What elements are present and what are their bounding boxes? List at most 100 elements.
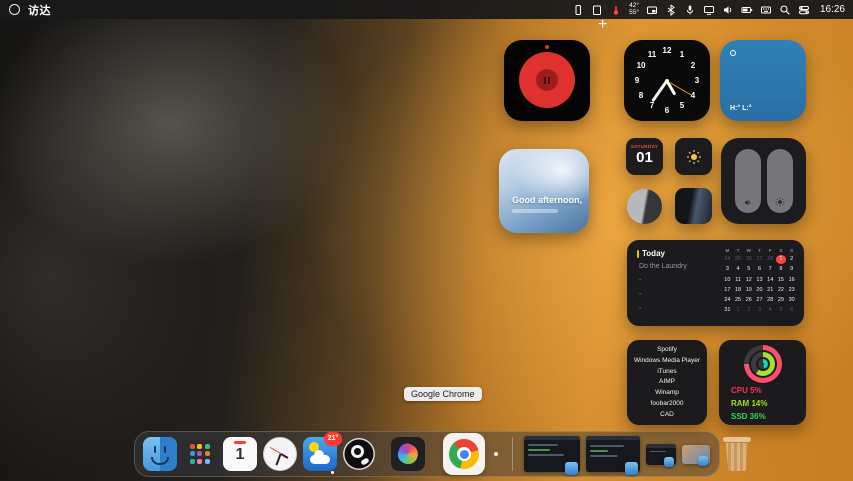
temperature-readout[interactable]: 42° 55° bbox=[629, 3, 639, 16]
music-app-name: Spotify bbox=[627, 345, 707, 356]
calendar-day: 19 bbox=[743, 286, 754, 295]
play-pause-button bbox=[536, 69, 558, 91]
calendar-day: 30 bbox=[786, 296, 797, 305]
dock-item-trash[interactable] bbox=[722, 436, 752, 472]
calendar-day: 10 bbox=[722, 276, 733, 285]
dock-item-copilot[interactable] bbox=[391, 437, 425, 471]
calendar-day: 27 bbox=[754, 255, 765, 264]
dock-item-weather[interactable]: 21° bbox=[303, 437, 337, 471]
picture-in-picture-icon[interactable] bbox=[646, 4, 658, 16]
reminders-calendar-widget[interactable]: Today Do the Laundry --- MTWTFSS24252627… bbox=[627, 240, 804, 326]
clock-numeral: 6 bbox=[662, 106, 672, 115]
reminders-accent-bar bbox=[637, 250, 639, 258]
calendar-day: 4 bbox=[733, 265, 744, 274]
reminder-placeholder: - bbox=[639, 288, 641, 302]
phone-icon[interactable] bbox=[572, 4, 584, 16]
clock-center-dot bbox=[665, 79, 669, 83]
ram-usage: RAM 14% bbox=[731, 399, 767, 408]
dock-item-calendar[interactable]: 1 bbox=[223, 437, 257, 471]
calendar-day: 1 bbox=[733, 306, 744, 315]
dock-item-obs[interactable] bbox=[343, 438, 375, 470]
microphone-icon[interactable] bbox=[684, 4, 696, 16]
sliders-widget[interactable] bbox=[721, 138, 806, 224]
calendar-day: 22 bbox=[776, 286, 787, 295]
music-app-name: AIMP bbox=[627, 377, 707, 388]
media-player-widget[interactable] bbox=[504, 40, 590, 121]
clock-numeral: 11 bbox=[647, 50, 657, 59]
analog-clock-widget[interactable]: 121234567891011 bbox=[624, 40, 710, 121]
dock-item-chrome[interactable] bbox=[443, 433, 485, 475]
greeting-widget[interactable]: Good afternoon, bbox=[499, 149, 589, 233]
reminder-item[interactable]: Do the Laundry bbox=[639, 263, 687, 270]
calendar-day: 4 bbox=[765, 306, 776, 315]
weather-widget[interactable]: H:° L:° bbox=[720, 40, 806, 121]
dock-separator bbox=[512, 437, 513, 471]
clock-numeral: 5 bbox=[677, 101, 687, 110]
calendar-day: 23 bbox=[786, 286, 797, 295]
menu-bar: 访达 42° 55° bbox=[0, 0, 853, 19]
clock-time[interactable]: 16:26 bbox=[820, 4, 845, 15]
system-monitor-widget[interactable]: CPU 5% RAM 14% SSD 36% bbox=[719, 340, 806, 425]
brightness-slider[interactable] bbox=[767, 149, 793, 213]
weather-condition-icon bbox=[730, 50, 736, 56]
window-app-badge bbox=[625, 462, 638, 475]
clock-numeral: 12 bbox=[662, 46, 672, 55]
window-app-badge bbox=[698, 456, 708, 466]
battery-icon[interactable] bbox=[741, 4, 753, 16]
window-app-badge bbox=[565, 462, 578, 475]
dock-item-launchpad[interactable] bbox=[183, 437, 217, 471]
volume-slider[interactable] bbox=[735, 149, 761, 213]
control-center-icon[interactable] bbox=[798, 4, 810, 16]
keyboard-icon[interactable] bbox=[760, 4, 772, 16]
photo-widget[interactable] bbox=[675, 188, 712, 224]
minimized-window-4[interactable] bbox=[682, 445, 710, 464]
music-apps-list: SpotifyWindows Media PlayeriTunesAIMPWin… bbox=[627, 345, 707, 421]
music-app-name: CAD bbox=[627, 410, 707, 421]
trash-lid bbox=[723, 437, 751, 442]
calendar-day: 3 bbox=[722, 265, 733, 274]
calendar-day: 11 bbox=[733, 276, 744, 285]
calendar-day-header: T bbox=[733, 247, 744, 254]
search-icon[interactable] bbox=[779, 4, 791, 16]
date-day-number: 01 bbox=[626, 149, 663, 166]
calendar-day-header: W bbox=[743, 247, 754, 254]
tablet-icon[interactable] bbox=[591, 4, 603, 16]
copilot-logo-icon bbox=[395, 441, 422, 468]
menu-bar-left: 访达 bbox=[0, 2, 51, 18]
clock-numeral: 3 bbox=[692, 76, 702, 85]
music-app-name: Windows Media Player bbox=[627, 356, 707, 367]
calendar-day: 6 bbox=[754, 265, 765, 274]
calendar-day-header: S bbox=[786, 247, 797, 254]
calendar-day: 6 bbox=[786, 306, 797, 315]
calendar-day: 7 bbox=[765, 265, 776, 274]
minimized-window-1[interactable] bbox=[524, 436, 580, 472]
date-widget[interactable]: SATURDAY 01 bbox=[626, 138, 663, 175]
clock-numeral: 7 bbox=[647, 101, 657, 110]
minimized-window-3[interactable] bbox=[646, 444, 676, 465]
calendar-day: 14 bbox=[765, 276, 776, 285]
calendar-day: 17 bbox=[722, 286, 733, 295]
window-app-badge bbox=[664, 457, 674, 467]
music-app-name: Winamp bbox=[627, 388, 707, 399]
calendar-day: 26 bbox=[743, 296, 754, 305]
speaker-icon[interactable] bbox=[722, 4, 734, 16]
clock-numeral: 2 bbox=[688, 61, 698, 70]
brightness-widget[interactable] bbox=[675, 138, 712, 175]
calendar-day: 5 bbox=[776, 306, 787, 315]
app-logo-icon[interactable] bbox=[9, 4, 20, 15]
bluetooth-icon[interactable] bbox=[665, 4, 677, 16]
dock-item-finder[interactable] bbox=[143, 437, 177, 471]
mini-calendar-grid[interactable]: MTWTFSS242526272812345678910111213141516… bbox=[722, 247, 797, 315]
clock-numeral: 9 bbox=[632, 76, 642, 85]
brightness-icon bbox=[775, 197, 785, 207]
trash-basket bbox=[725, 443, 749, 471]
dock-item-clock[interactable] bbox=[263, 437, 297, 471]
active-app-name[interactable]: 访达 bbox=[28, 2, 51, 18]
thermometer-icon[interactable] bbox=[610, 4, 622, 16]
moon-phase-widget[interactable] bbox=[627, 189, 662, 224]
music-apps-widget[interactable]: SpotifyWindows Media PlayeriTunesAIMPWin… bbox=[627, 340, 707, 425]
minimized-window-2[interactable] bbox=[586, 436, 640, 472]
display-icon[interactable] bbox=[703, 4, 715, 16]
calendar-red-strip bbox=[234, 441, 246, 444]
activity-rings bbox=[744, 345, 782, 383]
